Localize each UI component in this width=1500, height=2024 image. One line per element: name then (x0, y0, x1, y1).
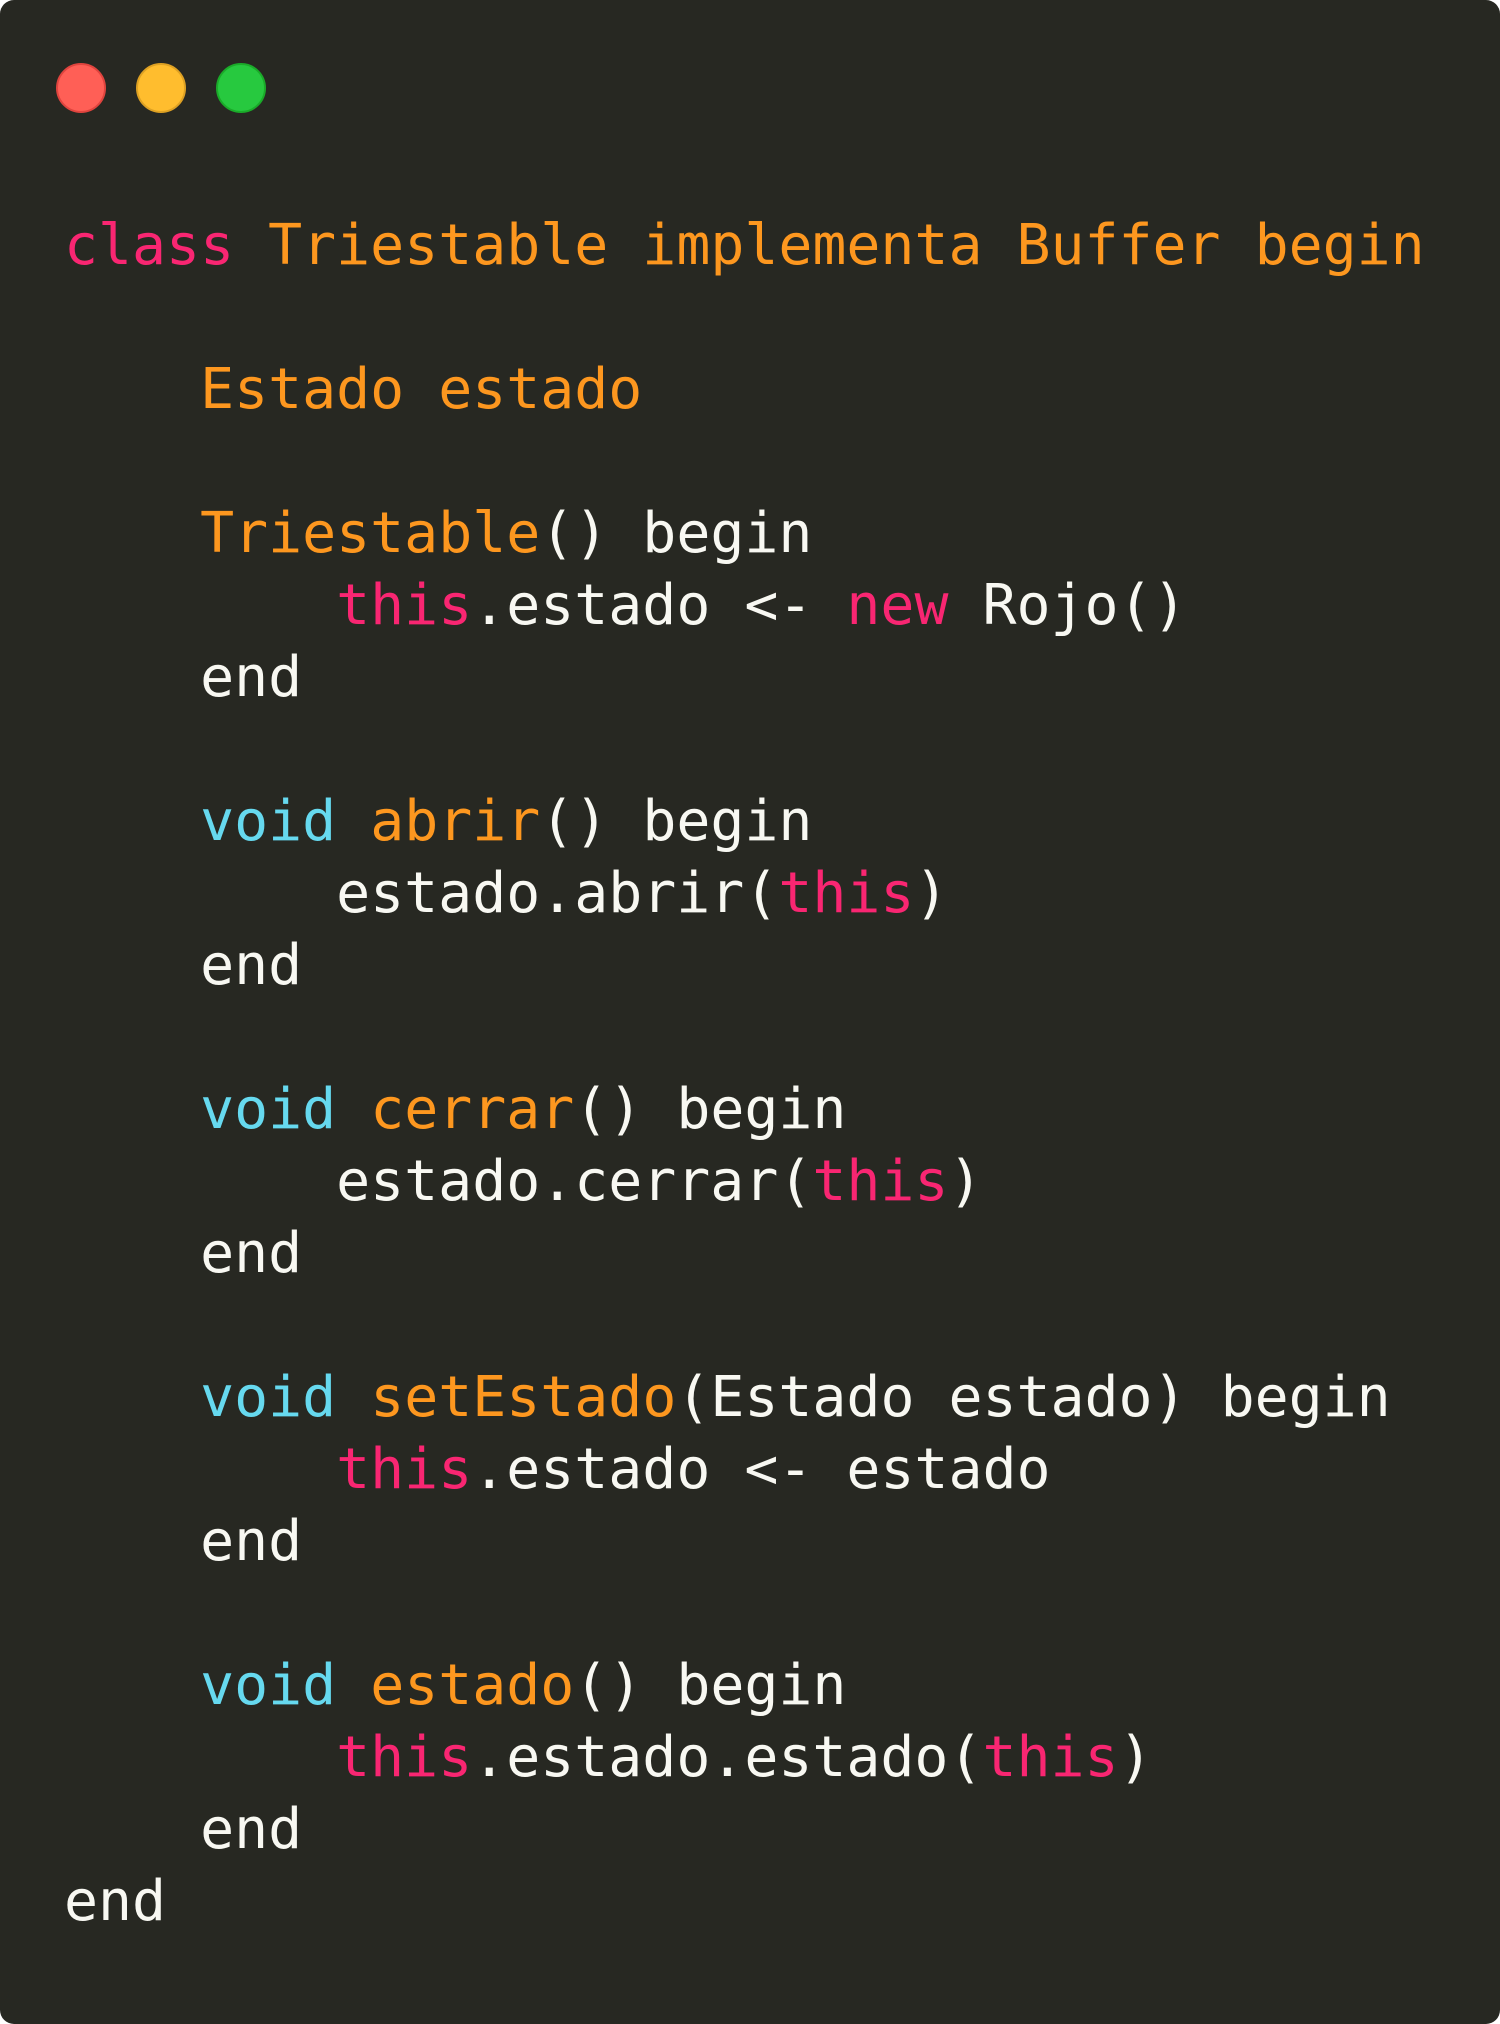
code-token-plain: ) (914, 861, 949, 926)
code-line: this.estado.estado(this) (64, 1722, 1425, 1794)
code-line: end (64, 1794, 1425, 1866)
code-token-name: abrir (370, 789, 541, 854)
code-token-plain: () begin (540, 789, 813, 854)
code-window: class Triestable implementa Buffer begin… (0, 0, 1500, 2024)
code-line: void setEstado(Estado estado) begin (64, 1362, 1425, 1434)
code-token-plain: (Estado estado) begin (676, 1365, 1391, 1430)
code-token-keyword: new (846, 573, 949, 638)
code-token-type: void (200, 789, 337, 854)
code-line: end (64, 1866, 1425, 1938)
code-line: void estado() begin (64, 1650, 1425, 1722)
code-token-type: void (200, 1365, 337, 1430)
code-token-plain: ) (1118, 1725, 1153, 1790)
code-line: this.estado <- new Rojo() (64, 570, 1425, 642)
code-token-keyword: this (778, 861, 915, 926)
code-token-plain: Rojo() (948, 573, 1187, 638)
close-button[interactable] (56, 63, 106, 113)
code-line: end (64, 930, 1425, 1002)
code-token-keyword: this (812, 1149, 949, 1214)
code-token-keyword: class (64, 213, 235, 278)
code-token-plain: end (64, 645, 303, 710)
code-token-keyword: this (336, 573, 473, 638)
code-line: void abrir() begin (64, 786, 1425, 858)
code-token-keyword: this (336, 1437, 473, 1502)
code-token-plain: end (64, 933, 303, 998)
code-token-name: cerrar (370, 1077, 575, 1142)
code-token-plain: estado.cerrar( (64, 1149, 813, 1214)
window-controls (56, 63, 266, 113)
code-token-plain: estado.abrir( (64, 861, 779, 926)
code-line: end (64, 642, 1425, 714)
code-token-keyword: this (336, 1725, 473, 1790)
code-line: Triestable() begin (64, 498, 1425, 570)
code-line: end (64, 1506, 1425, 1578)
code-token-plain: end (64, 1509, 303, 1574)
code-token-plain: .estado.estado( (472, 1725, 983, 1790)
code-token-plain: () begin (540, 501, 813, 566)
code-token-plain: end (64, 1869, 167, 1934)
code-line: void cerrar() begin (64, 1074, 1425, 1146)
code-line: class Triestable implementa Buffer begin (64, 210, 1425, 282)
code-token-type: void (200, 1077, 337, 1142)
maximize-button[interactable] (216, 63, 266, 113)
code-token-plain: ) (948, 1149, 983, 1214)
code-line: estado.cerrar(this) (64, 1146, 1425, 1218)
code-token-name: estado (370, 1653, 575, 1718)
code-token-type: void (200, 1653, 337, 1718)
code-token-keyword: this (982, 1725, 1119, 1790)
code-token-name: Triestable (200, 501, 541, 566)
code-token-plain: () begin (574, 1077, 847, 1142)
code-token-plain: .estado <- (472, 573, 847, 638)
code-token-name: Triestable implementa Buffer begin (268, 213, 1425, 278)
minimize-button[interactable] (136, 63, 186, 113)
code-block: class Triestable implementa Buffer begin… (64, 210, 1425, 1938)
code-token-plain: end (64, 1221, 303, 1286)
code-line: this.estado <- estado (64, 1434, 1425, 1506)
code-line: estado.abrir(this) (64, 858, 1425, 930)
code-line: end (64, 1218, 1425, 1290)
code-token-plain: end (64, 1797, 303, 1862)
code-token-plain: .estado <- estado (472, 1437, 1051, 1502)
code-token-plain: () begin (574, 1653, 847, 1718)
code-token-name: Estado estado (200, 357, 643, 422)
code-token-name: setEstado (370, 1365, 677, 1430)
code-line: Estado estado (64, 354, 1425, 426)
